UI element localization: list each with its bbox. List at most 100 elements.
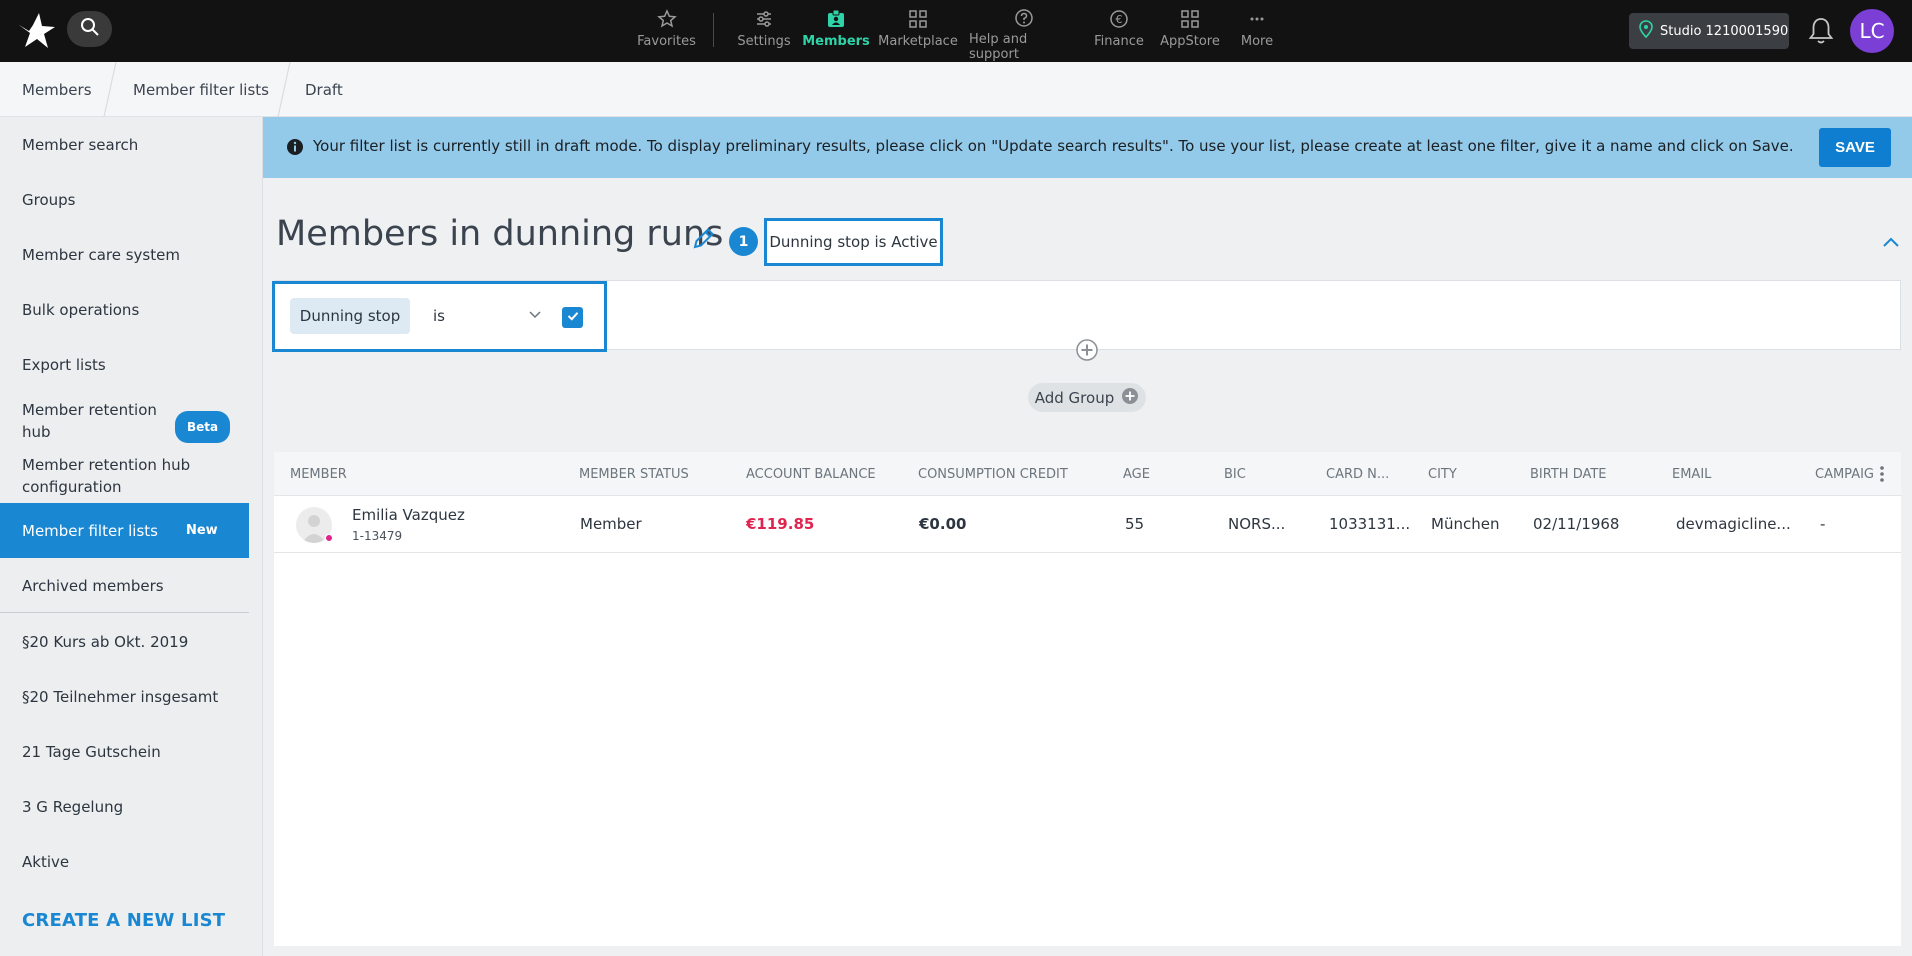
sidebar-item-groups[interactable]: Groups bbox=[0, 172, 249, 227]
nav-marketplace[interactable]: Marketplace bbox=[878, 8, 958, 54]
sliders-icon bbox=[753, 8, 775, 30]
checkmark-icon bbox=[566, 308, 580, 327]
sidebar-item-member-filter-lists[interactable]: Member filter lists New bbox=[0, 503, 249, 558]
beta-badge: Beta bbox=[175, 411, 231, 443]
add-group-button[interactable]: Add Group bbox=[1028, 383, 1146, 412]
cell-account-balance: €119.85 bbox=[746, 515, 815, 533]
column-header-city[interactable]: CITY bbox=[1428, 452, 1488, 496]
cell-city: München bbox=[1431, 515, 1500, 533]
sidebar-item-export-lists[interactable]: Export lists bbox=[0, 337, 249, 392]
filter-field-tag[interactable]: Dunning stop bbox=[290, 298, 410, 334]
sidebar-item-archived-members[interactable]: Archived members bbox=[0, 558, 249, 613]
notifications-bell-icon[interactable] bbox=[1807, 16, 1835, 46]
column-header-account-balance[interactable]: ACCOUNT BALANCE bbox=[746, 452, 896, 496]
column-header-email[interactable]: EMAIL bbox=[1672, 452, 1752, 496]
edit-pencil-icon[interactable] bbox=[691, 225, 717, 251]
save-button[interactable]: SAVE bbox=[1819, 128, 1891, 167]
nav-favorites[interactable]: Favorites bbox=[637, 8, 696, 54]
sidebar-item-label: Bulk operations bbox=[22, 300, 140, 319]
filter-summary-text: Dunning stop is Active bbox=[769, 233, 938, 251]
filter-operator-select[interactable]: is bbox=[430, 298, 545, 334]
sidebar-item-label: Groups bbox=[22, 190, 76, 209]
sidebar-item-list[interactable]: §20 Kurs ab Okt. 2019 bbox=[0, 614, 249, 669]
member-name[interactable]: Emilia Vazquez bbox=[352, 506, 465, 524]
sidebar-item-label: Member care system bbox=[22, 245, 180, 264]
breadcrumb-separator bbox=[103, 62, 117, 117]
column-header-age[interactable]: AGE bbox=[1123, 452, 1173, 496]
global-search-button[interactable] bbox=[67, 11, 112, 47]
sidebar-item-member-retention-hub-configuration[interactable]: Member retention hub configuration bbox=[0, 448, 249, 503]
breadcrumb: Members Member filter lists Draft bbox=[0, 62, 1912, 117]
top-navigation-bar: Favorites Settings Members Marketplace H… bbox=[0, 0, 1912, 62]
column-header-card-number[interactable]: CARD N... bbox=[1326, 452, 1406, 496]
cell-email: devmagicline... bbox=[1676, 515, 1791, 533]
chevron-up-icon[interactable] bbox=[1880, 231, 1902, 253]
nav-label: Settings bbox=[737, 34, 791, 49]
sidebar-item-list[interactable]: §20 Teilnehmer insgesamt bbox=[0, 669, 249, 724]
cell-card-number: 1033131... bbox=[1329, 515, 1411, 533]
breadcrumb-member-filter-lists[interactable]: Member filter lists bbox=[133, 62, 269, 117]
sidebar-item-list[interactable]: 3 G Regelung bbox=[0, 779, 249, 834]
sidebar: Member search Groups Member care system … bbox=[0, 117, 263, 956]
breadcrumb-members[interactable]: Members bbox=[22, 62, 92, 117]
column-header-birth-date[interactable]: BIRTH DATE bbox=[1530, 452, 1630, 496]
sidebar-item-bulk-operations[interactable]: Bulk operations bbox=[0, 282, 249, 337]
sidebar-item-label: §20 Kurs ab Okt. 2019 bbox=[22, 632, 189, 651]
column-header-member[interactable]: MEMBER bbox=[290, 452, 490, 496]
nav-appstore[interactable]: AppStore bbox=[1159, 8, 1221, 54]
breadcrumb-draft: Draft bbox=[305, 80, 343, 99]
sidebar-item-label: Export lists bbox=[22, 355, 106, 374]
cell-bic: NORS... bbox=[1228, 515, 1286, 533]
filter-value-checkbox[interactable] bbox=[562, 307, 583, 328]
column-header-bic[interactable]: BIC bbox=[1224, 452, 1274, 496]
grid-icon bbox=[907, 8, 929, 30]
brand-logo-icon[interactable] bbox=[17, 11, 57, 51]
nav-label: Marketplace bbox=[878, 34, 958, 49]
euro-icon: € bbox=[1108, 8, 1130, 30]
add-filter-icon[interactable] bbox=[1075, 338, 1099, 362]
filter-row: Dunning stop is bbox=[272, 281, 607, 352]
nav-settings[interactable]: Settings bbox=[733, 8, 795, 54]
cell-campaign: - bbox=[1820, 515, 1826, 533]
nav-label: More bbox=[1240, 34, 1274, 49]
sidebar-item-member-retention-hub[interactable]: Member retention hub Beta bbox=[0, 393, 249, 448]
sidebar-item-label: Member retention hub bbox=[22, 400, 157, 441]
sidebar-item-label: Member search bbox=[22, 135, 139, 154]
column-header-consumption-credit[interactable]: CONSUMPTION CREDIT bbox=[918, 452, 1088, 496]
nav-label: AppStore bbox=[1160, 34, 1220, 49]
sidebar-item-list[interactable]: Aktive bbox=[0, 834, 249, 889]
sidebar-divider bbox=[0, 612, 249, 613]
column-header-member-status[interactable]: MEMBER STATUS bbox=[579, 452, 709, 496]
cell-member-status: Member bbox=[580, 515, 642, 533]
location-pin-icon bbox=[1639, 20, 1653, 42]
studio-selector[interactable]: Studio 1210001590 bbox=[1629, 13, 1789, 49]
column-menu-icon[interactable] bbox=[1878, 464, 1886, 484]
svg-text:€: € bbox=[1116, 13, 1123, 26]
cell-consumption-credit: €0.00 bbox=[919, 515, 967, 533]
sidebar-item-label: 3 G Regelung bbox=[22, 797, 124, 816]
user-avatar[interactable]: LC bbox=[1850, 9, 1894, 53]
cell-age: 55 bbox=[1125, 515, 1145, 533]
sidebar-item-label: §20 Teilnehmer insgesamt bbox=[22, 687, 219, 706]
column-header-campaign[interactable]: CAMPAIG bbox=[1815, 452, 1879, 496]
cell-birth-date: 02/11/1968 bbox=[1533, 515, 1620, 533]
sidebar-item-member-search[interactable]: Member search bbox=[0, 117, 249, 172]
status-dot bbox=[325, 534, 333, 542]
nav-divider bbox=[713, 13, 714, 47]
nav-members[interactable]: Members bbox=[802, 8, 870, 54]
nav-help-and-support[interactable]: Help and support bbox=[969, 8, 1079, 62]
search-icon bbox=[80, 17, 100, 41]
results-table: MEMBER MEMBER STATUS ACCOUNT BALANCE CON… bbox=[274, 452, 1901, 946]
filter-summary-chip[interactable]: Dunning stop is Active bbox=[764, 218, 943, 266]
studio-name: Studio 1210001590 bbox=[1660, 23, 1789, 39]
info-icon bbox=[285, 137, 305, 157]
sidebar-item-member-care-system[interactable]: Member care system bbox=[0, 227, 249, 282]
create-new-list-link[interactable]: CREATE A NEW LIST bbox=[22, 910, 225, 931]
nav-label: Help and support bbox=[969, 32, 1028, 62]
table-row[interactable]: Emilia Vazquez 1-13479 Member €119.85 €0… bbox=[274, 496, 1901, 553]
sidebar-item-list[interactable]: 21 Tage Gutschein bbox=[0, 724, 249, 779]
sidebar-item-label: Member filter lists bbox=[22, 521, 158, 540]
nav-more[interactable]: More bbox=[1234, 8, 1280, 54]
sidebar-item-label: 21 Tage Gutschein bbox=[22, 742, 161, 761]
nav-finance[interactable]: € Finance bbox=[1094, 8, 1144, 54]
